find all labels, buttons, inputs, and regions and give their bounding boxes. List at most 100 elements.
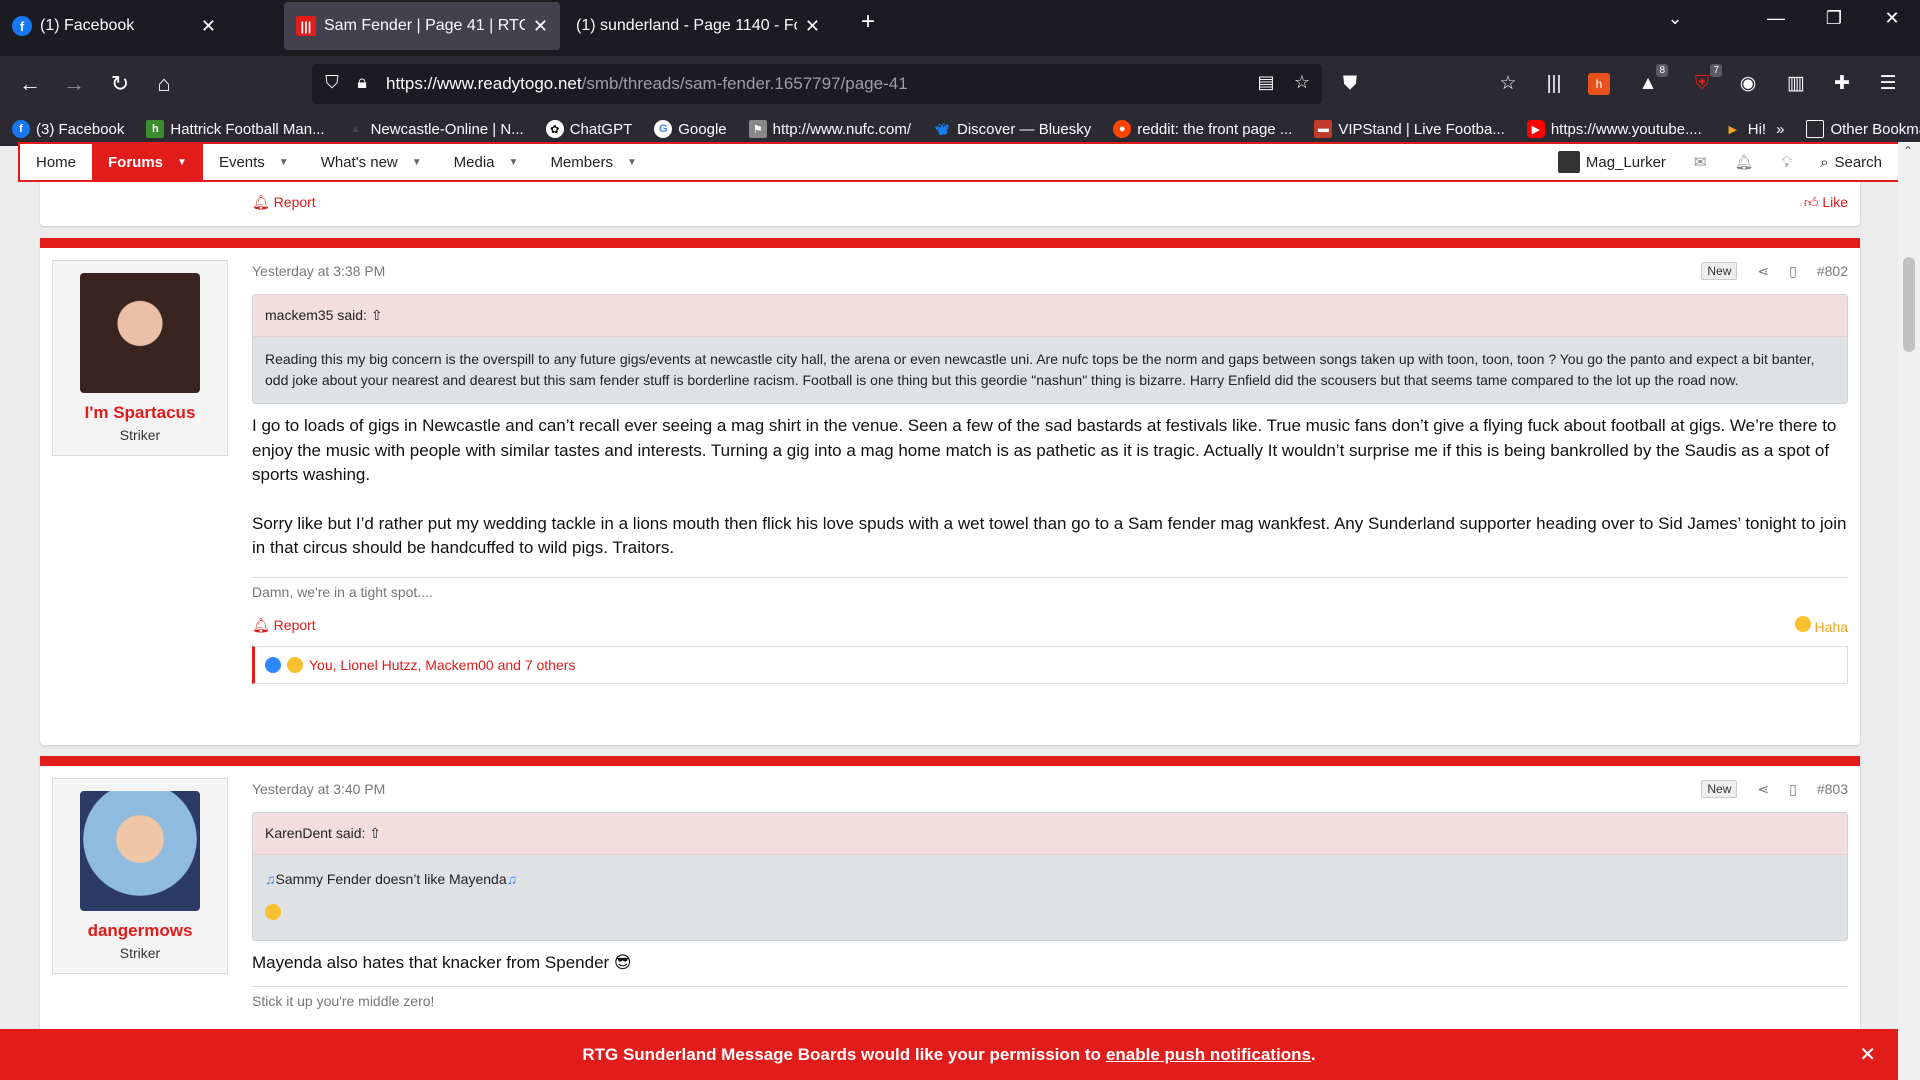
bookmark-youtube[interactable]: ▶ https://www.youtube.... bbox=[1526, 120, 1702, 138]
library-icon[interactable]: ||| bbox=[1540, 70, 1568, 98]
like-link[interactable]: 👍︎ Like bbox=[1804, 194, 1848, 211]
report-link[interactable]: 🔔︎ Report bbox=[252, 194, 316, 211]
bookmark-label: ChatGPT bbox=[569, 120, 633, 138]
bookmark-icon[interactable]: ▯ bbox=[1789, 263, 1797, 280]
minimize-button[interactable]: — bbox=[1756, 8, 1796, 29]
tab-sunderland[interactable]: (1) sunderland - Page 1140 - Football ✕ bbox=[564, 2, 832, 50]
bookmark-google[interactable]: G Google bbox=[654, 120, 727, 138]
username[interactable]: I'm Spartacus bbox=[53, 403, 227, 423]
tab-title: (1) Facebook bbox=[40, 17, 135, 34]
other-bookmarks[interactable]: Other Bookmarks bbox=[1806, 120, 1920, 138]
tab-facebook[interactable]: f (1) Facebook ✕ bbox=[0, 2, 228, 50]
arrow-up-icon[interactable]: ⇧ bbox=[369, 825, 381, 841]
post-number[interactable]: #803 bbox=[1817, 781, 1848, 797]
lock-icon[interactable]: 🔒︎ bbox=[350, 72, 374, 93]
nav-members[interactable]: Members ▼ bbox=[534, 144, 652, 180]
ublock-icon[interactable]: ⛨ 7 bbox=[1688, 64, 1722, 98]
username-label: Mag_Lurker bbox=[1585, 153, 1666, 171]
bookmark-chatgpt[interactable]: ✿ ChatGPT bbox=[545, 120, 633, 138]
tab-list-button[interactable]: ⌄ bbox=[1655, 8, 1695, 29]
post-meta: Yesterday at 3:38 PM New ⋖ ▯ #802 bbox=[252, 248, 1848, 294]
url-text[interactable]: https://www.readytogo.net/smb/threads/sa… bbox=[386, 74, 908, 94]
pocket-icon[interactable]: ⛊ bbox=[1336, 70, 1364, 98]
bookmark-nufc[interactable]: ⚑ http://www.nufc.com/ bbox=[748, 120, 911, 138]
bookmark-facebook[interactable]: f (3) Facebook bbox=[12, 120, 124, 138]
quote-block: mackem35 said: ⇧ Reading this my big con… bbox=[252, 294, 1848, 404]
push-text: RTG Sunderland Message Boards would like… bbox=[582, 1044, 1101, 1064]
caret-down-icon[interactable]: ▼ bbox=[177, 157, 187, 168]
reactions-bar[interactable]: You, Lionel Hutzz, Mackem00 and 7 others bbox=[252, 645, 1848, 684]
bookmarks-overflow[interactable]: » bbox=[1776, 121, 1784, 138]
quote-header[interactable]: mackem35 said: ⇧ bbox=[253, 295, 1847, 337]
scroll-up-icon[interactable]: ⌃ bbox=[1903, 144, 1913, 158]
reading-list-icon[interactable]: ☆ bbox=[1494, 70, 1522, 98]
forward-button[interactable]: → bbox=[58, 68, 90, 100]
account-icon[interactable]: ◉ bbox=[1734, 70, 1762, 98]
tab-sam-fender[interactable]: ||| Sam Fender | Page 41 | RTG Sunderlan… bbox=[284, 2, 560, 50]
home-button[interactable]: ⌂ bbox=[148, 68, 180, 100]
reactors-list[interactable]: You, Lionel Hutzz, Mackem00 and 7 others bbox=[309, 657, 575, 673]
extensions-icon[interactable]: ✚ bbox=[1828, 70, 1856, 98]
user-menu[interactable]: Mag_Lurker bbox=[1557, 151, 1666, 173]
bookmark-icon[interactable]: ▯ bbox=[1789, 781, 1797, 798]
bookmark-hattrick[interactable]: h Hattrick Football Man... bbox=[146, 120, 325, 138]
reload-button[interactable]: ↻ bbox=[104, 68, 136, 100]
close-icon[interactable]: ✕ bbox=[1859, 1042, 1876, 1067]
back-button[interactable]: ← bbox=[14, 68, 46, 100]
nav-label: Events bbox=[218, 153, 265, 171]
post-number[interactable]: #802 bbox=[1817, 263, 1848, 279]
close-icon[interactable]: ✕ bbox=[805, 16, 820, 37]
nav-home[interactable]: Home bbox=[20, 144, 92, 180]
menu-icon[interactable]: ☰ bbox=[1874, 70, 1902, 98]
avatar[interactable] bbox=[80, 273, 200, 393]
inbox-icon[interactable]: ✉ bbox=[1694, 153, 1707, 171]
scrollbar-thumb[interactable] bbox=[1903, 257, 1915, 352]
bookmark-hi[interactable]: ▶ Hi! bbox=[1724, 120, 1767, 138]
container-icon[interactable]: ▥ bbox=[1782, 70, 1810, 98]
url-bar[interactable]: ⛉ 🔒︎ https://www.readytogo.net/smb/threa… bbox=[312, 64, 1322, 104]
close-icon[interactable]: ✕ bbox=[533, 16, 548, 37]
enable-push-link[interactable]: enable push notifications bbox=[1106, 1045, 1311, 1065]
close-window-button[interactable]: ✕ bbox=[1872, 8, 1912, 29]
bell-icon[interactable]: 🔔︎ bbox=[1735, 153, 1754, 171]
post-time[interactable]: Yesterday at 3:38 PM bbox=[252, 263, 385, 279]
nav-label: Home bbox=[36, 153, 77, 171]
username[interactable]: dangermows bbox=[53, 921, 227, 941]
share-icon[interactable]: ⋖ bbox=[1757, 781, 1769, 798]
post-time[interactable]: Yesterday at 3:40 PM bbox=[252, 781, 385, 797]
bookmark-newcastle-online[interactable]: ▲ Newcastle-Online | N... bbox=[347, 120, 524, 138]
extension-icon[interactable]: h bbox=[1588, 73, 1610, 95]
bookmark-bluesky[interactable]: 🦋︎ Discover — Bluesky bbox=[933, 120, 1091, 138]
nav-events[interactable]: Events ▼ bbox=[203, 144, 305, 180]
share-icon[interactable]: ⋖ bbox=[1757, 263, 1769, 280]
quote-content: ♫Sammy Fender doesn’t like Mayenda♫ bbox=[253, 855, 1847, 940]
haha-reaction-button[interactable]: Haha bbox=[1794, 616, 1848, 635]
reader-view-icon[interactable]: ▤ bbox=[1254, 72, 1278, 93]
bookmark-vipstand[interactable]: ▬ VIPStand | Live Footba... bbox=[1314, 120, 1505, 138]
bookmark-star-icon[interactable]: ☆ bbox=[1290, 72, 1314, 93]
site-navigation: Home Forums ▼ Events ▼ What's new ▼ Media ▼ … bbox=[18, 142, 1900, 182]
bookmark-label: Discover — Bluesky bbox=[957, 120, 1092, 138]
restore-button[interactable]: ❐ bbox=[1814, 8, 1854, 29]
tab-title: (1) sunderland - Page 1140 - Football bbox=[576, 17, 797, 34]
page-scrollbar[interactable]: ⌃ bbox=[1898, 142, 1920, 1080]
user-cell: I'm Spartacus Striker bbox=[52, 260, 228, 456]
shield-icon[interactable]: ⛉ bbox=[320, 72, 344, 93]
new-tab-button[interactable]: + bbox=[848, 8, 888, 36]
quote-header[interactable]: KarenDent said: ⇧ bbox=[253, 813, 1847, 855]
search-button[interactable]: ⌕ Search bbox=[1820, 154, 1882, 171]
avatar[interactable] bbox=[80, 791, 200, 911]
nav-media[interactable]: Media ▼ bbox=[438, 144, 535, 180]
lightbulb-icon[interactable]: 💡︎ bbox=[1782, 154, 1793, 171]
report-link[interactable]: 🔔︎ Report bbox=[252, 617, 316, 634]
caret-down-icon[interactable]: ▼ bbox=[627, 157, 637, 168]
caret-down-icon[interactable]: ▼ bbox=[279, 157, 289, 168]
nav-whats-new[interactable]: What's new ▼ bbox=[305, 144, 438, 180]
nav-forums[interactable]: Forums ▼ bbox=[92, 144, 203, 180]
bookmark-reddit[interactable]: ● reddit: the front page ... bbox=[1113, 120, 1292, 138]
caret-down-icon[interactable]: ▼ bbox=[509, 157, 519, 168]
arrow-up-icon[interactable]: ⇧ bbox=[371, 307, 383, 323]
notification-extension-icon[interactable]: ▲ 8 bbox=[1634, 64, 1668, 98]
caret-down-icon[interactable]: ▼ bbox=[412, 157, 422, 168]
close-icon[interactable]: ✕ bbox=[201, 16, 216, 37]
